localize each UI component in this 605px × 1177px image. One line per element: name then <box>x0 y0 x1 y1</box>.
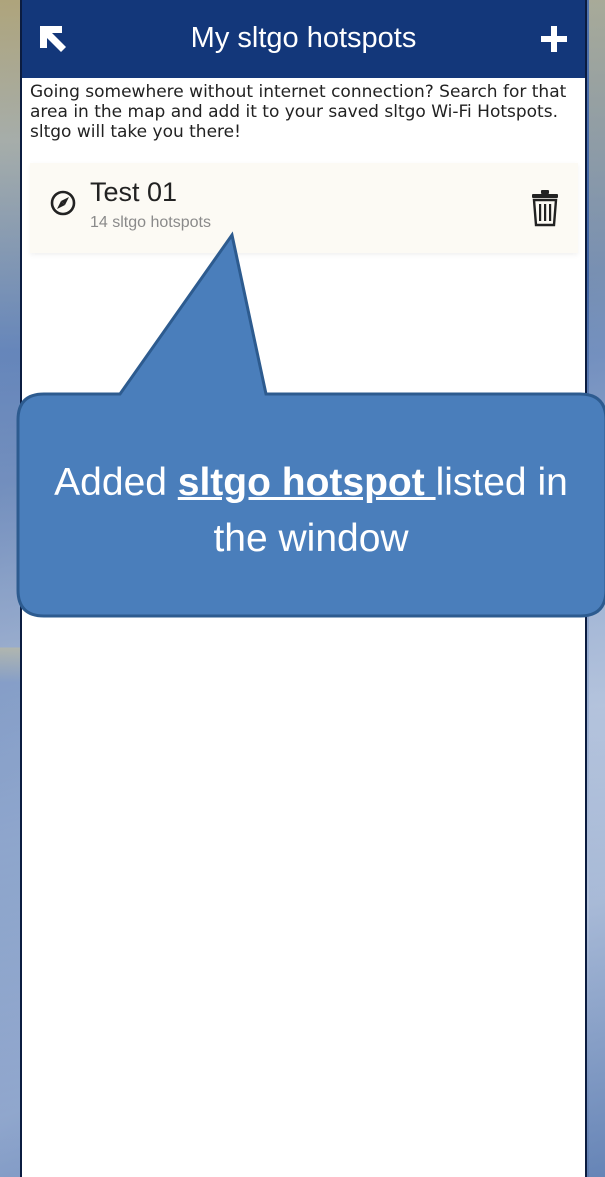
hotspot-list-item[interactable]: Test 01 14 sltgo hotspots <box>30 163 578 253</box>
plus-icon[interactable] <box>537 22 571 56</box>
description-text: Going somewhere without internet connect… <box>30 82 567 142</box>
hotspot-count: 14 sltgo hotspots <box>90 214 211 231</box>
app-bar: My sltgo hotspots <box>22 0 585 78</box>
callout-emphasis: sltgo hotspot <box>177 461 436 504</box>
callout-text: Added sltgo hotspot listed in the window <box>22 455 600 567</box>
background-right-strip <box>589 0 605 1177</box>
hotspot-name: Test 01 <box>90 177 178 207</box>
app-window: My sltgo hotspots Going somewhere withou… <box>20 0 587 1177</box>
callout-prefix: Added <box>54 461 178 504</box>
page-title: My sltgo hotspots <box>190 22 417 54</box>
trash-icon[interactable] <box>530 189 560 227</box>
compass-icon <box>50 190 76 216</box>
